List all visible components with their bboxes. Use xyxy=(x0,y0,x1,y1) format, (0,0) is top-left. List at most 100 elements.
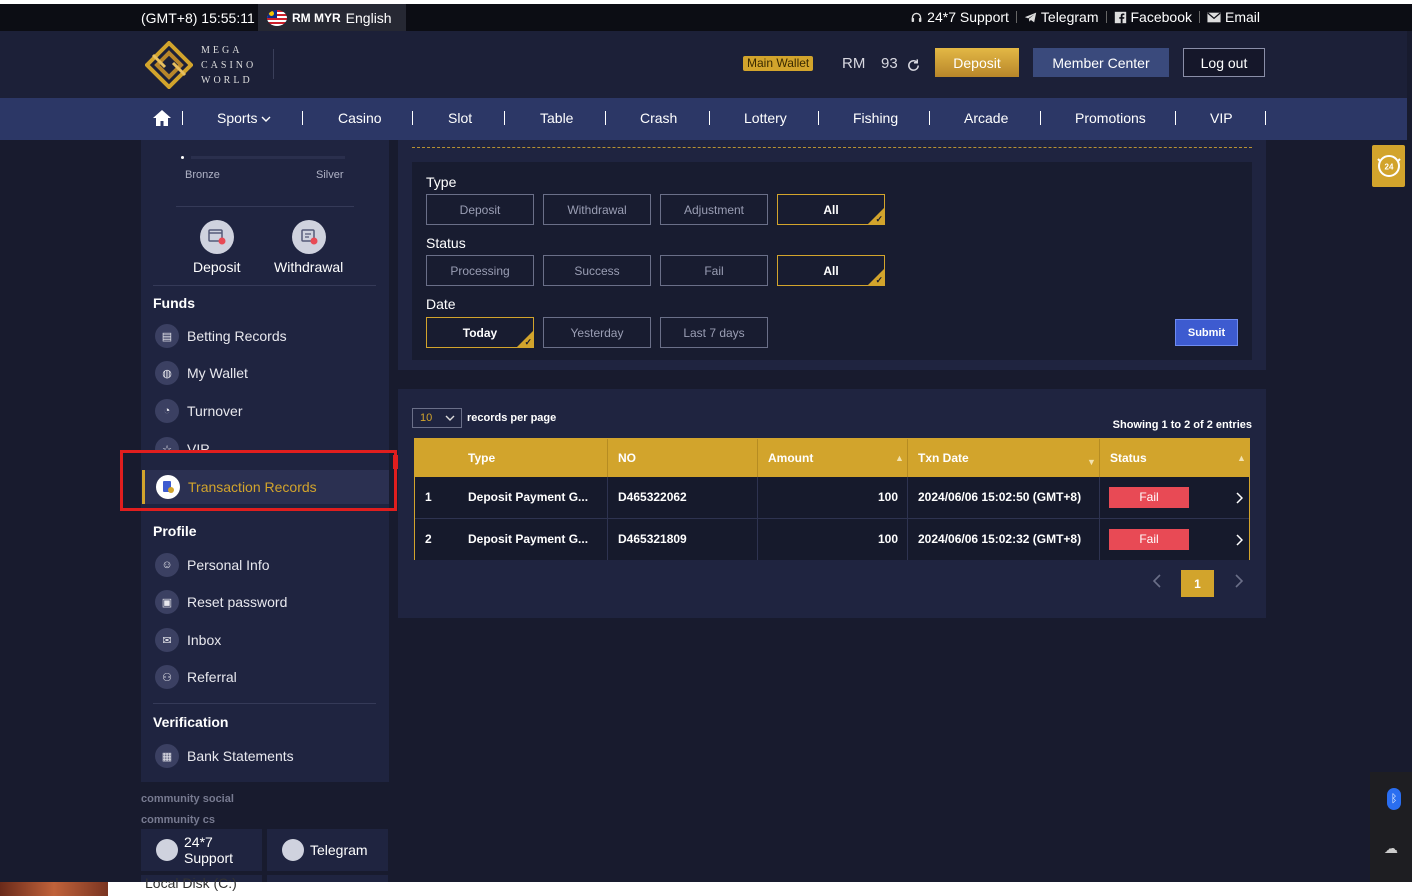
status-fail-option[interactable]: Fail xyxy=(660,255,768,286)
floating-support-button[interactable]: 24 xyxy=(1372,145,1405,187)
nav-item-label: Sports xyxy=(217,110,258,126)
column-divider xyxy=(607,519,608,560)
main-wallet-label[interactable]: Main Wallet xyxy=(743,56,814,71)
column-divider xyxy=(607,439,608,477)
pager-next-icon[interactable] xyxy=(1234,573,1244,589)
sidebar-item-inbox[interactable]: ✉ Inbox xyxy=(141,623,389,657)
row-index: 1 xyxy=(425,490,432,504)
inbox-icon: ✉ xyxy=(155,628,179,652)
records-per-page-select[interactable]: 10 xyxy=(412,408,462,428)
chevron-right-icon[interactable] xyxy=(1235,492,1243,504)
chevron-right-icon[interactable] xyxy=(1235,534,1243,546)
turnover-icon: ◔ xyxy=(155,399,179,423)
facebook-link[interactable]: Facebook xyxy=(1114,9,1192,25)
column-type[interactable]: Type xyxy=(468,439,495,477)
sidebar-item-turnover[interactable]: ◔ Turnover xyxy=(141,394,389,428)
quick-deposit-label: Deposit xyxy=(193,259,241,275)
table-row[interactable]: 1 Deposit Payment G... D465322062 100 20… xyxy=(415,477,1249,518)
telegram-social-button[interactable]: Telegram xyxy=(267,829,388,871)
language-selector[interactable]: RM MYR English xyxy=(258,4,406,31)
type-adjustment-option[interactable]: Adjustment xyxy=(660,194,768,225)
nav-item-casino[interactable]: Casino xyxy=(338,110,382,126)
nav-divider xyxy=(504,111,505,125)
refresh-icon[interactable] xyxy=(906,58,921,73)
sidebar-item-referral[interactable]: ⚇ Referral xyxy=(141,660,389,694)
column-divider xyxy=(757,519,758,560)
sidebar-divider xyxy=(153,285,376,286)
site-header: MEGA CASINO WORLD Main Wallet RM 93 Depo… xyxy=(0,31,1412,98)
telegram-social-label: Telegram xyxy=(310,842,368,858)
table-row[interactable]: 2 Deposit Payment G... D465321809 100 20… xyxy=(415,519,1249,560)
bluetooth-icon[interactable]: ᛒ xyxy=(1387,788,1401,810)
nav-item-sports[interactable]: Sports xyxy=(217,110,271,126)
status-processing-option[interactable]: Processing xyxy=(426,255,534,286)
balance-currency: RM xyxy=(842,55,866,72)
pager-prev-icon[interactable] xyxy=(1152,573,1162,589)
column-divider xyxy=(1099,477,1100,518)
nav-item-slot[interactable]: Slot xyxy=(448,110,472,126)
sidebar-item-bank-statements[interactable]: ▦ Bank Statements xyxy=(141,739,389,773)
sidebar-item-betting-records[interactable]: ▤ Betting Records xyxy=(141,319,389,353)
nav-divider xyxy=(929,111,930,125)
status-badge: Fail xyxy=(1109,487,1189,508)
nav-item-arcade[interactable]: Arcade xyxy=(964,110,1008,126)
top-bar: (GMT+8) 15:55:11 RM MYR English 24*7 Sup… xyxy=(0,4,1412,31)
vip-progress-marker xyxy=(181,156,184,159)
quick-deposit-button[interactable]: Deposit xyxy=(193,220,240,275)
sort-icon[interactable]: ▲ xyxy=(895,439,904,477)
deposit-button[interactable]: Deposit xyxy=(935,48,1019,77)
member-center-button[interactable]: Member Center xyxy=(1033,48,1169,77)
quick-withdrawal-button[interactable]: Withdrawal xyxy=(274,220,343,275)
nav-item-vip[interactable]: VIP xyxy=(1210,110,1233,126)
type-filter-label: Type xyxy=(426,174,457,190)
home-icon[interactable] xyxy=(152,108,172,128)
telegram-link[interactable]: Telegram xyxy=(1024,9,1099,25)
per-page-value: 10 xyxy=(420,412,433,424)
cloud-offline-icon[interactable]: ☁ xyxy=(1384,840,1398,857)
logout-button[interactable]: Log out xyxy=(1183,48,1265,77)
annotation-highlight-box xyxy=(120,450,401,511)
nav-item-lottery[interactable]: Lottery xyxy=(744,110,787,126)
top-links: 24*7 Support Telegram Facebook Email xyxy=(910,9,1260,25)
sidebar-item-label: Turnover xyxy=(187,403,243,419)
nav-item-fishing[interactable]: Fishing xyxy=(853,110,898,126)
pager-page-1[interactable]: 1 xyxy=(1181,570,1214,597)
status-success-option[interactable]: Success xyxy=(543,255,651,286)
email-link-label: Email xyxy=(1224,9,1260,25)
sidebar-divider xyxy=(176,206,354,207)
sidebar-item-reset-password[interactable]: ▣ Reset password xyxy=(141,585,389,619)
headset-icon xyxy=(911,12,922,22)
row-amount: 100 xyxy=(877,490,898,504)
support-line: 24*7 xyxy=(184,834,213,850)
row-no: D465321809 xyxy=(618,532,687,546)
section-title-funds: Funds xyxy=(153,295,195,311)
nav-item-promotions[interactable]: Promotions xyxy=(1075,110,1146,126)
os-taskbar: Local Disk (C:) xyxy=(0,875,1412,896)
nav-item-crash[interactable]: Crash xyxy=(640,110,677,126)
sort-desc-icon[interactable]: ▼ xyxy=(1087,443,1096,481)
date-today-option[interactable]: Today xyxy=(426,317,534,348)
date-last-7-days-option[interactable]: Last 7 days xyxy=(660,317,768,348)
sort-icon[interactable]: ▲ xyxy=(1237,439,1246,477)
support-social-button[interactable]: 24*7 Support xyxy=(141,829,262,871)
type-withdrawal-option[interactable]: Withdrawal xyxy=(543,194,651,225)
submit-button[interactable]: Submit xyxy=(1175,319,1238,346)
column-status[interactable]: Status xyxy=(1110,439,1147,477)
referral-icon: ⚇ xyxy=(155,665,179,689)
sidebar-item-my-wallet[interactable]: ◍ My Wallet xyxy=(141,356,389,390)
support-link[interactable]: 24*7 Support xyxy=(910,9,1009,25)
sidebar-item-personal-info[interactable]: ☺ Personal Info xyxy=(141,548,389,582)
email-link[interactable]: Email xyxy=(1207,9,1260,25)
column-no[interactable]: NO xyxy=(618,439,636,477)
column-amount[interactable]: Amount xyxy=(768,439,813,477)
date-yesterday-option[interactable]: Yesterday xyxy=(543,317,651,348)
status-all-option[interactable]: All xyxy=(777,255,885,286)
malaysia-flag-icon xyxy=(267,9,287,26)
entries-summary: Showing 1 to 2 of 2 entries xyxy=(1112,419,1252,431)
mega-casino-logo-icon[interactable] xyxy=(145,41,193,89)
type-deposit-option[interactable]: Deposit xyxy=(426,194,534,225)
type-all-option[interactable]: All xyxy=(777,194,885,225)
column-txn-date[interactable]: Txn Date xyxy=(918,439,969,477)
transactions-table: Type NO Amount ▲ Txn Date ▼ Status ▲ 1 D… xyxy=(414,438,1250,560)
nav-item-table[interactable]: Table xyxy=(540,110,573,126)
